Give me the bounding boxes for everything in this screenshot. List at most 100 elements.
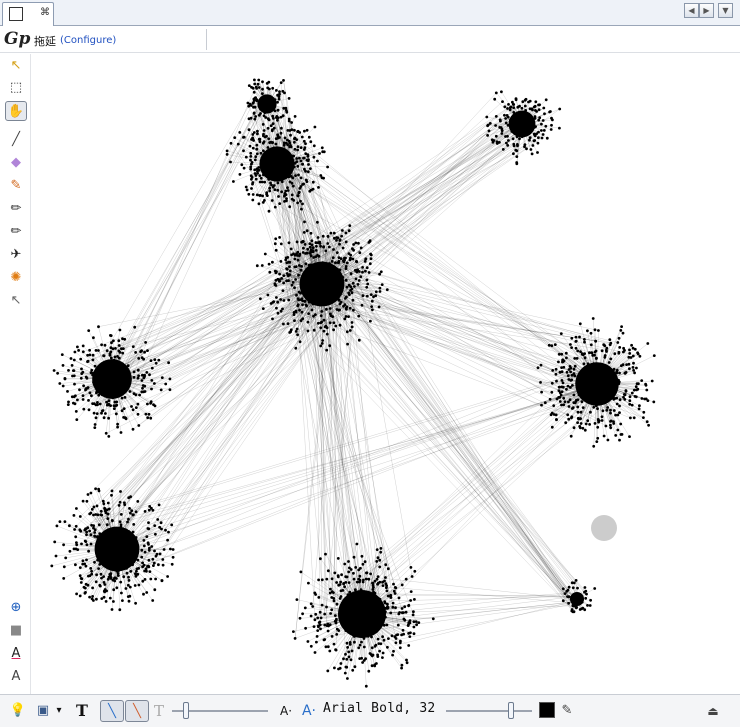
graph-node[interactable] xyxy=(333,571,337,575)
graph-node[interactable] xyxy=(281,289,285,292)
graph-node[interactable] xyxy=(353,640,356,644)
graph-node[interactable] xyxy=(534,125,537,128)
graph-node[interactable] xyxy=(118,608,122,612)
graph-node[interactable] xyxy=(88,529,91,533)
graph-node[interactable] xyxy=(84,582,88,586)
graph-node[interactable] xyxy=(362,624,365,628)
graph-node[interactable] xyxy=(257,202,261,206)
graph-node[interactable] xyxy=(92,380,95,384)
graph-node[interactable] xyxy=(118,366,122,369)
graph-node[interactable] xyxy=(162,548,166,551)
graph-node[interactable] xyxy=(564,421,568,425)
graph-node[interactable] xyxy=(370,635,373,639)
graph-node[interactable] xyxy=(562,359,566,363)
graph-node[interactable] xyxy=(375,560,379,563)
graph-node[interactable] xyxy=(238,173,242,176)
graph-node[interactable] xyxy=(292,199,296,202)
graph-node[interactable] xyxy=(87,399,90,402)
graph-node[interactable] xyxy=(256,82,260,86)
graph-node[interactable] xyxy=(617,351,621,355)
graph-node[interactable] xyxy=(136,558,140,562)
graph-node[interactable] xyxy=(97,567,100,570)
graph-node[interactable] xyxy=(247,84,251,87)
graph-node[interactable] xyxy=(112,407,116,410)
graph-node[interactable] xyxy=(143,375,146,378)
graph-node[interactable] xyxy=(287,172,291,176)
graph-node[interactable] xyxy=(301,303,304,307)
graph-node[interactable] xyxy=(352,571,355,575)
graph-node[interactable] xyxy=(79,529,83,533)
graph-node[interactable] xyxy=(409,590,413,593)
graph-node[interactable] xyxy=(136,402,140,406)
graph-node[interactable] xyxy=(279,260,283,263)
graph-node[interactable] xyxy=(615,402,619,406)
graph-node[interactable] xyxy=(274,167,278,171)
graph-node[interactable] xyxy=(508,106,512,109)
graph-node[interactable] xyxy=(329,612,332,615)
graph-node[interactable] xyxy=(261,87,264,91)
graph-node[interactable] xyxy=(355,624,359,627)
graph-node[interactable] xyxy=(618,398,622,402)
graph-node[interactable] xyxy=(341,246,345,250)
graph-node[interactable] xyxy=(554,367,558,371)
graph-node[interactable] xyxy=(124,563,128,567)
graph-node[interactable] xyxy=(293,115,297,118)
graph-node[interactable] xyxy=(115,403,119,407)
graph-node[interactable] xyxy=(251,193,255,196)
graph-node[interactable] xyxy=(361,270,364,274)
graph-node[interactable] xyxy=(336,557,340,560)
graph-node[interactable] xyxy=(373,664,377,668)
graph-node[interactable] xyxy=(147,412,151,416)
graph-node[interactable] xyxy=(260,264,264,267)
graph-node[interactable] xyxy=(609,408,612,412)
graph-node[interactable] xyxy=(612,397,616,401)
graph-node[interactable] xyxy=(75,541,78,544)
graph-node[interactable] xyxy=(372,594,376,598)
graph-node[interactable] xyxy=(299,159,303,163)
graph-node[interactable] xyxy=(343,585,346,589)
graph-node[interactable] xyxy=(271,86,275,90)
graph-node[interactable] xyxy=(637,407,641,411)
graph-node[interactable] xyxy=(72,374,76,378)
graph-node[interactable] xyxy=(612,367,616,371)
graph-node[interactable] xyxy=(558,370,562,374)
graph-node[interactable] xyxy=(84,388,87,392)
graph-node[interactable] xyxy=(331,288,335,292)
graph-node[interactable] xyxy=(74,524,78,528)
graph-node[interactable] xyxy=(252,105,255,109)
tab-menu-button[interactable]: ▼ xyxy=(718,3,733,18)
graph-node[interactable] xyxy=(383,579,386,583)
graph-node[interactable] xyxy=(62,577,66,580)
graph-node[interactable] xyxy=(92,336,95,340)
graph-node[interactable] xyxy=(53,540,57,544)
graph-node[interactable] xyxy=(281,307,284,311)
graph-node[interactable] xyxy=(368,262,372,266)
graph-node[interactable] xyxy=(599,396,602,400)
graph-node[interactable] xyxy=(612,409,616,412)
graph-node[interactable] xyxy=(289,133,292,137)
graph-node[interactable] xyxy=(119,490,122,493)
graph-node[interactable] xyxy=(154,361,158,365)
graph-node[interactable] xyxy=(321,150,325,154)
graph-node[interactable] xyxy=(273,98,277,101)
zoom-fit-icon[interactable]: ⊕ xyxy=(5,598,27,618)
graph-node[interactable] xyxy=(324,297,327,301)
graph-canvas[interactable] xyxy=(32,54,740,694)
graph-node[interactable] xyxy=(412,610,415,614)
graph-node[interactable] xyxy=(95,412,99,415)
graph-node[interactable] xyxy=(117,361,121,365)
graph-node[interactable] xyxy=(594,387,598,391)
graph-node[interactable] xyxy=(294,310,298,314)
graph-node[interactable] xyxy=(134,406,138,409)
graph-node[interactable] xyxy=(72,358,76,362)
graph-node[interactable] xyxy=(286,155,290,159)
graph-node[interactable] xyxy=(327,272,331,276)
graph-node[interactable] xyxy=(493,97,497,101)
graph-node[interactable] xyxy=(296,130,299,133)
graph-node[interactable] xyxy=(342,304,345,308)
graph-node[interactable] xyxy=(345,261,349,265)
graph-node[interactable] xyxy=(104,511,108,515)
graph-node[interactable] xyxy=(622,350,625,354)
graph-node[interactable] xyxy=(260,164,264,168)
graph-node[interactable] xyxy=(307,267,310,271)
